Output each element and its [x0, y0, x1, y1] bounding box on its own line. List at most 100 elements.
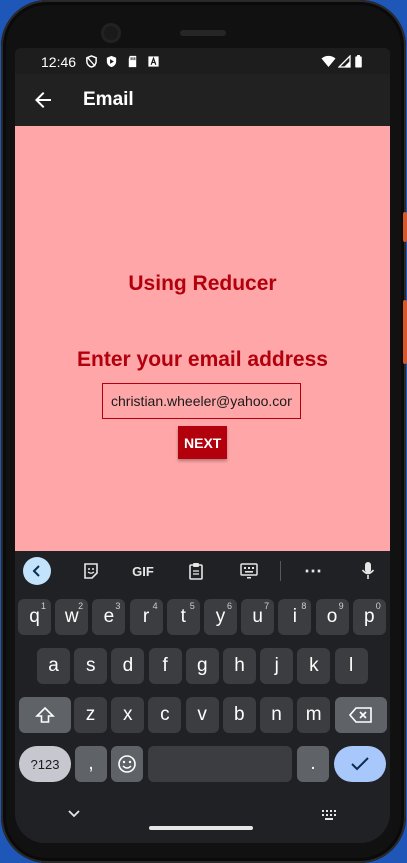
key-label: n: [271, 704, 282, 725]
key-label: c: [160, 704, 170, 725]
signal-icon: [338, 55, 351, 68]
chevron-left-icon: [32, 565, 40, 577]
key-u[interactable]: u7: [241, 599, 275, 635]
front-camera: [101, 23, 121, 43]
clipboard-icon: [189, 563, 203, 580]
key-label: e: [103, 606, 115, 627]
key-p[interactable]: p0: [352, 599, 386, 635]
shift-key[interactable]: [19, 697, 71, 733]
key-r[interactable]: r4: [129, 599, 163, 635]
key-label: r: [142, 606, 150, 627]
key-j[interactable]: j: [260, 648, 294, 684]
key-label: g: [197, 655, 208, 676]
key-c[interactable]: c: [148, 697, 182, 733]
comma-key[interactable]: ,: [75, 746, 107, 782]
key-label: p: [364, 606, 375, 627]
key-label: d: [122, 655, 134, 676]
navigation-bar: [15, 800, 390, 843]
collapse-toolbar-button[interactable]: [23, 557, 51, 585]
font-a-icon: [148, 56, 159, 67]
keyboard-layout-button[interactable]: [237, 558, 261, 584]
key-z[interactable]: z: [74, 697, 107, 733]
key-label: q: [29, 606, 40, 627]
screen-heading: Using Reducer: [128, 272, 277, 295]
wifi-icon: [321, 55, 336, 67]
key-label: j: [274, 655, 279, 676]
key-number-hint: 6: [226, 601, 232, 611]
key-label: y: [215, 606, 226, 627]
backspace-icon: [349, 707, 372, 723]
key-label: i: [292, 606, 297, 627]
key-label: u: [252, 606, 263, 627]
battery-icon: [355, 55, 362, 68]
key-v[interactable]: v: [185, 697, 219, 733]
key-label: v: [197, 704, 207, 725]
key-s[interactable]: s: [74, 648, 108, 684]
key-b[interactable]: b: [222, 697, 256, 733]
key-q[interactable]: q1: [18, 599, 51, 635]
key-i[interactable]: i8: [278, 599, 312, 635]
more-options-button[interactable]: ⋯: [301, 558, 325, 584]
microphone-icon: [361, 562, 375, 579]
earpiece-speaker: [180, 30, 226, 36]
vpn-shield-icon: [86, 55, 97, 68]
sd-card-icon: [128, 55, 137, 68]
next-button[interactable]: NEXT: [178, 426, 227, 459]
keyboard-toolbar: GIF ⋯: [15, 551, 390, 591]
key-number-hint: 8: [301, 601, 307, 611]
key-number-hint: 5: [189, 601, 195, 611]
backspace-key[interactable]: [335, 697, 387, 733]
shift-icon: [35, 706, 55, 723]
voice-input-button[interactable]: [357, 558, 379, 584]
key-g[interactable]: g: [185, 648, 219, 684]
key-number-hint: 7: [264, 601, 270, 611]
key-h[interactable]: h: [223, 648, 256, 684]
key-f[interactable]: f: [148, 648, 182, 684]
key-k[interactable]: k: [297, 648, 331, 684]
app-bar: Email: [15, 74, 390, 126]
key-o[interactable]: o9: [315, 599, 349, 635]
emoji-key[interactable]: [111, 746, 143, 782]
key-a[interactable]: a: [37, 648, 70, 684]
keyboard-icon: [240, 563, 258, 579]
key-n[interactable]: n: [260, 697, 293, 733]
key-e[interactable]: e3: [92, 599, 126, 635]
key-label: w: [64, 606, 79, 627]
hide-keyboard-icon[interactable]: [67, 809, 81, 819]
key-number-hint: 3: [115, 601, 121, 611]
screen: 12:46 Email Using Reducer Enter your ema…: [15, 48, 390, 843]
key-y[interactable]: y6: [204, 599, 237, 635]
back-arrow-icon[interactable]: [31, 88, 55, 112]
symbols-key[interactable]: ?123: [19, 746, 71, 782]
key-l[interactable]: l: [334, 648, 368, 684]
key-number-hint: 0: [375, 601, 381, 611]
key-d[interactable]: d: [111, 648, 145, 684]
key-number-hint: 4: [152, 601, 158, 611]
key-w[interactable]: w2: [55, 599, 89, 635]
key-x[interactable]: x: [111, 697, 145, 733]
checkmark-icon: [351, 757, 369, 771]
clipboard-button[interactable]: [185, 558, 207, 584]
key-label: m: [305, 704, 322, 725]
email-input[interactable]: [102, 383, 301, 419]
key-number-hint: 2: [78, 601, 84, 611]
email-prompt: Enter your email address: [77, 348, 328, 371]
key-m[interactable]: m: [297, 697, 331, 733]
play-protect-icon: [106, 55, 117, 68]
keyboard-switch-icon[interactable]: [321, 809, 337, 821]
key-label: a: [48, 655, 59, 676]
enter-key[interactable]: [334, 746, 386, 782]
key-label: h: [234, 655, 245, 676]
key-label: s: [85, 655, 96, 676]
status-time: 12:46: [41, 54, 77, 70]
key-label: b: [234, 704, 245, 725]
home-gesture-bar[interactable]: [149, 826, 253, 830]
key-t[interactable]: t5: [166, 599, 200, 635]
period-key[interactable]: .: [297, 746, 329, 782]
toolbar-divider: [280, 561, 281, 581]
app-bar-title: Email: [83, 89, 134, 110]
key-number-hint: 1: [40, 601, 46, 611]
gif-button[interactable]: GIF: [127, 558, 159, 584]
sticker-button[interactable]: [79, 558, 103, 584]
space-key[interactable]: [148, 746, 292, 782]
